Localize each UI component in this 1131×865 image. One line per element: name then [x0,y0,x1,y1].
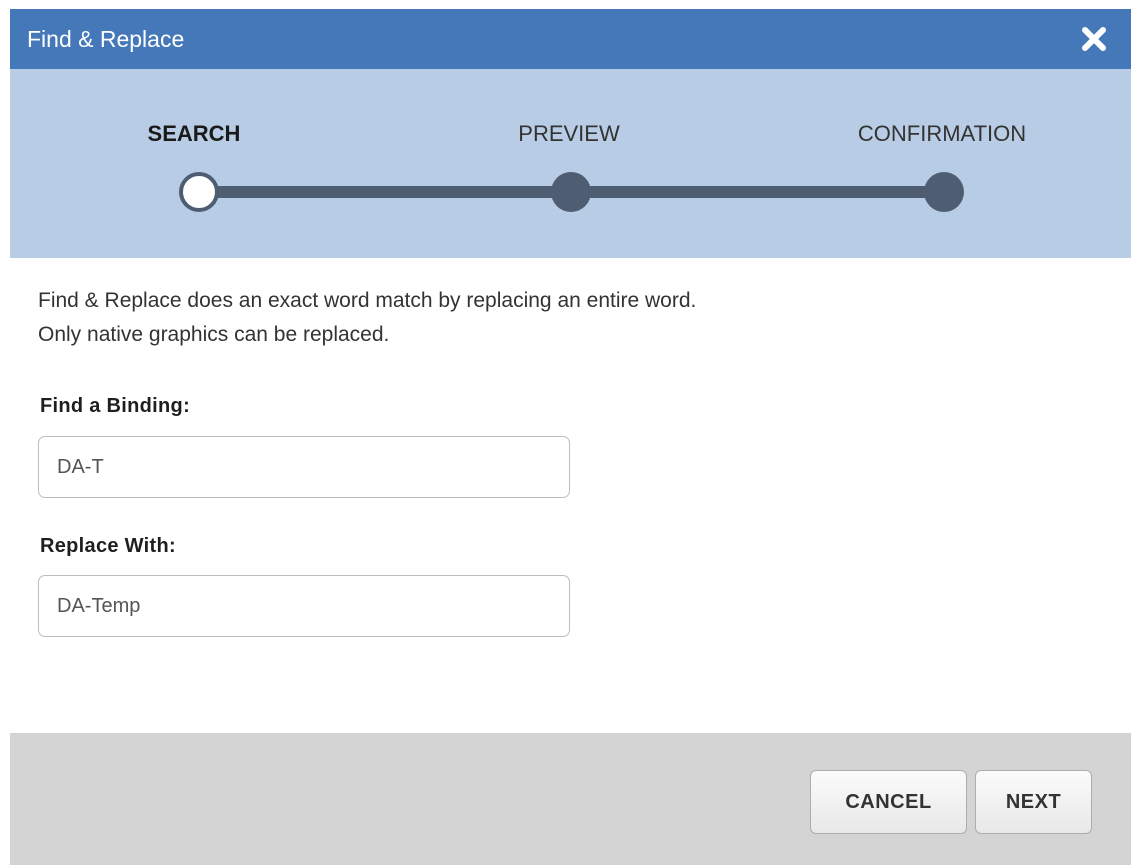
step-label-search: SEARCH [147,121,241,146]
dialog-footer: CANCEL NEXT [10,733,1131,865]
step-label-confirmation: CONFIRMATION [857,121,1027,146]
next-button[interactable]: NEXT [975,770,1092,834]
step-dot-confirmation [924,172,964,212]
step-label-preview: PREVIEW [518,121,620,146]
description-line-1: Find & Replace does an exact word match … [38,289,697,312]
close-icon [1082,27,1106,51]
dialog-titlebar: Find & Replace [10,9,1131,69]
step-dot-search [179,172,219,212]
dialog-title: Find & Replace [27,26,185,52]
find-binding-label: Find a Binding: [40,395,191,417]
step-dot-preview [551,172,591,212]
replace-with-input[interactable] [38,575,570,637]
find-binding-input[interactable] [38,436,570,498]
cancel-button[interactable]: CANCEL [810,770,967,834]
find-replace-dialog: Find & Replace SEARCH PREVIEW CONFIRMATI… [10,9,1131,865]
replace-with-label: Replace With: [40,535,176,557]
close-button[interactable] [1078,23,1110,55]
description-line-2: Only native graphics can be replaced. [38,323,390,346]
description: Find & Replace does an exact word match … [38,284,696,352]
dialog-content: Find & Replace does an exact word match … [10,258,1131,733]
wizard-stepper: SEARCH PREVIEW CONFIRMATION [10,69,1131,258]
